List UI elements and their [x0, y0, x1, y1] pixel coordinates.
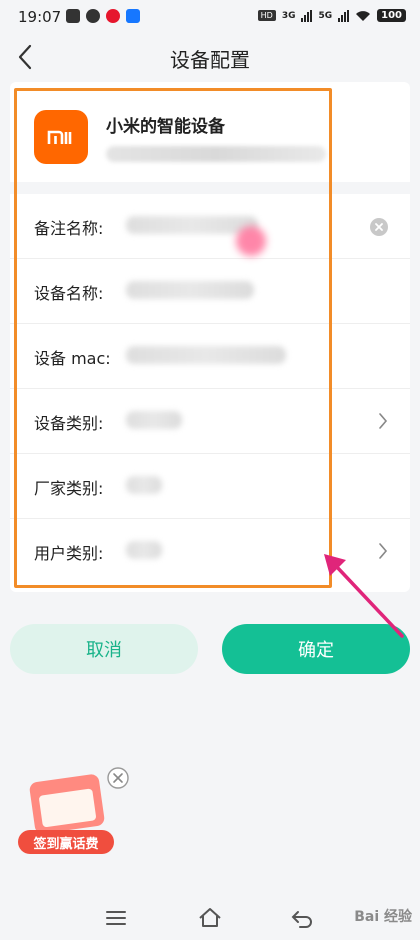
return-icon	[291, 911, 312, 928]
confirm-button[interactable]: 确定	[222, 624, 410, 674]
clear-icon[interactable]	[370, 218, 388, 236]
status-indicators: HD 3G 5G 100	[257, 9, 406, 22]
status-time: 19:07	[18, 8, 62, 26]
signal-bars-icon	[338, 9, 350, 22]
promo-label: 签到赢话费	[18, 830, 114, 854]
cancel-button[interactable]: 取消	[10, 624, 198, 674]
page-header: 设备配置	[0, 34, 420, 80]
system-nav-bar: Bai 经验	[0, 894, 420, 940]
chat-icon	[86, 9, 100, 23]
page-title: 设备配置	[170, 48, 250, 72]
signal-bars-icon	[301, 9, 313, 22]
signal-3g-label: 3G	[281, 10, 296, 21]
menu-icon	[106, 911, 126, 925]
chevron-right-icon[interactable]	[376, 541, 390, 561]
alipay-icon	[126, 9, 140, 23]
checkin-promo[interactable]: 签到赢话费	[14, 767, 132, 860]
calendar-icon	[28, 773, 106, 835]
signal-5g-label: 5G	[318, 10, 333, 21]
home-button[interactable]	[196, 904, 224, 932]
annotation-highlight-box	[14, 88, 332, 588]
hd-badge: HD	[257, 10, 276, 21]
clipboard-icon	[66, 9, 80, 23]
battery-indicator: 100	[377, 9, 406, 22]
menu-button[interactable]	[102, 904, 130, 932]
notification-icons	[66, 9, 140, 23]
wifi-icon	[356, 10, 371, 21]
back-nav-button[interactable]	[288, 904, 316, 932]
home-icon	[199, 908, 221, 927]
weibo-icon	[106, 9, 120, 23]
status-bar: 19:07 HD 3G 5G 100	[0, 0, 420, 34]
close-icon[interactable]	[106, 766, 130, 790]
chevron-right-icon[interactable]	[376, 411, 390, 431]
baidu-watermark: Bai 经验	[354, 909, 412, 925]
